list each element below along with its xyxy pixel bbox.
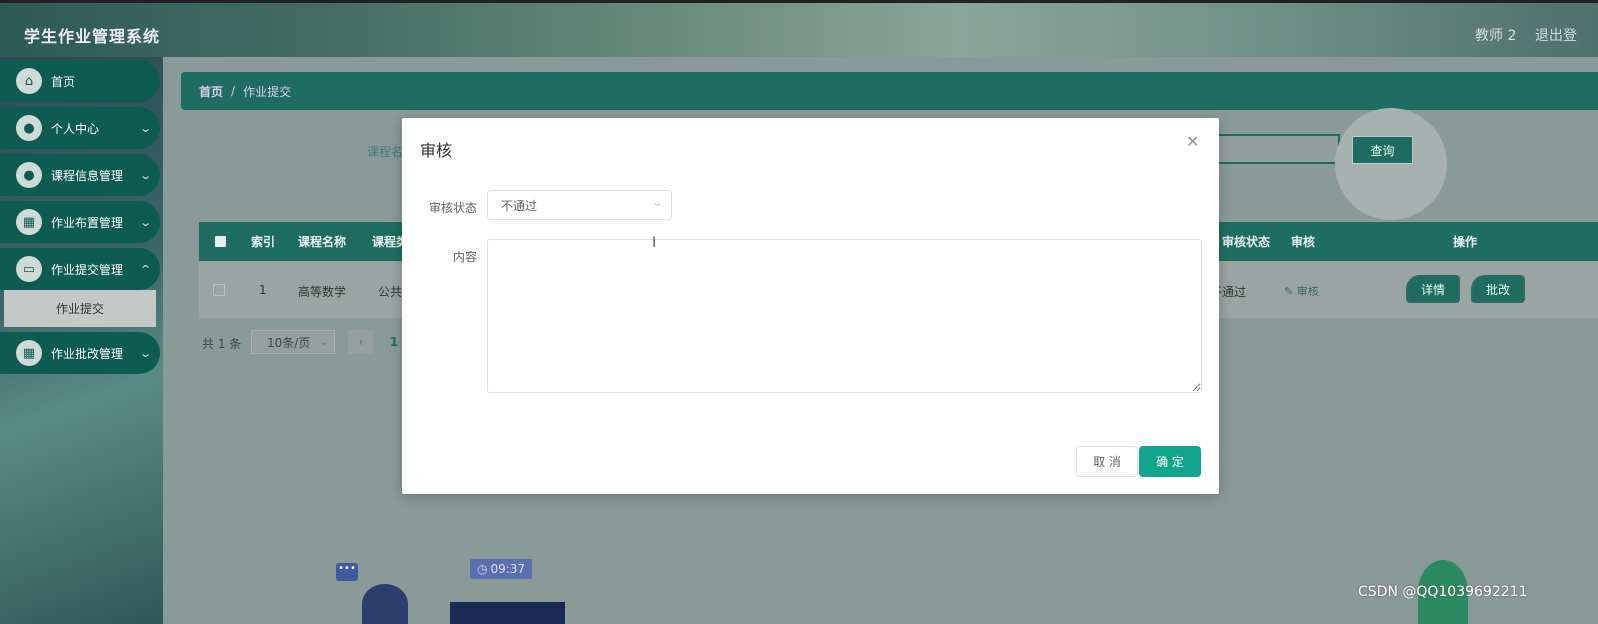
chevron-down-icon: ⌄ (650, 198, 664, 209)
watermark: CSDN @QQ1039692211 (1358, 584, 1528, 600)
cancel-button[interactable]: 取 消 (1076, 446, 1138, 477)
close-icon[interactable]: ✕ (1186, 132, 1199, 151)
audit-dialog: 审核 ✕ 审核状态 不通过 ⌄ 内容 I 取 消 确 定 (402, 118, 1219, 494)
content-label: 内容 (453, 250, 478, 264)
audit-status-label: 审核状态 (429, 201, 478, 215)
text-cursor-icon: I (652, 235, 657, 251)
dialog-title: 审核 (420, 141, 453, 160)
audit-status-select[interactable]: 不通过 ⌄ (487, 190, 672, 220)
content-textarea[interactable] (487, 239, 1202, 393)
audit-status-value: 不通过 (501, 198, 538, 213)
confirm-button[interactable]: 确 定 (1139, 446, 1201, 477)
